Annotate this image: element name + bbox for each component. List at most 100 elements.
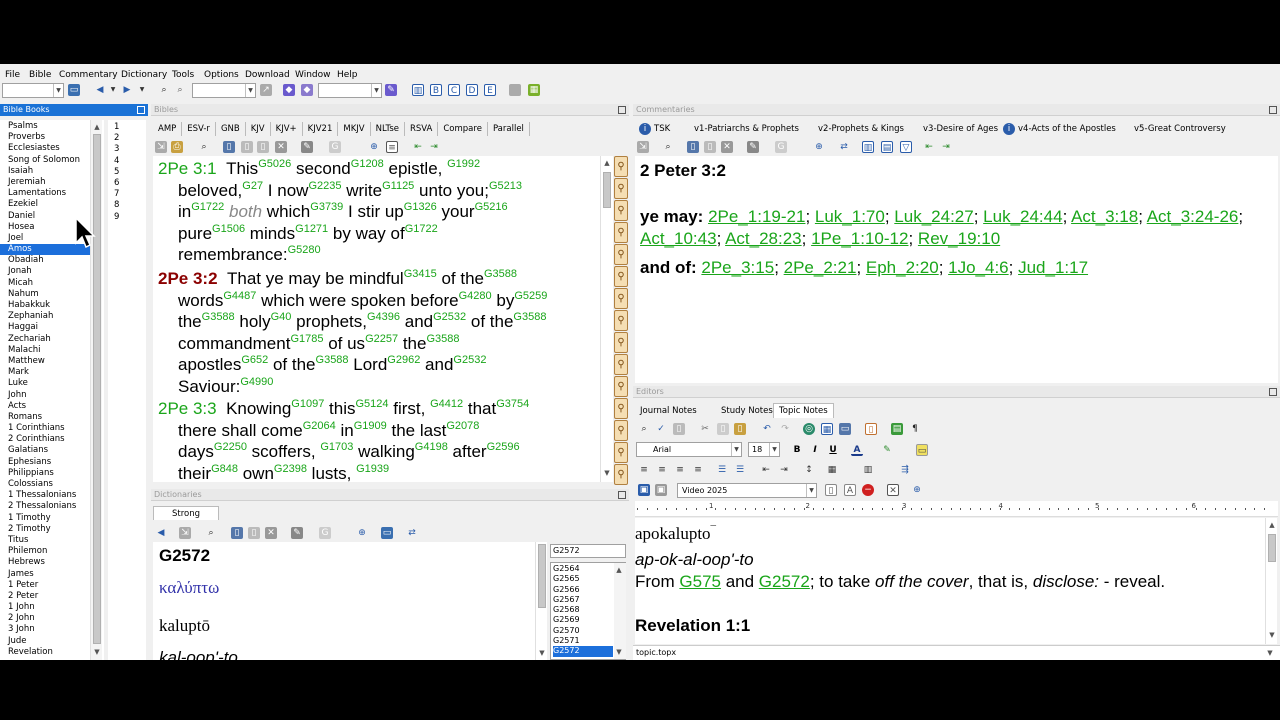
copy2-icon[interactable]: ▯: [704, 141, 716, 153]
prev-icon[interactable]: ⇤: [923, 141, 935, 153]
bookmark-icon[interactable]: ⚲: [614, 156, 628, 177]
book-item[interactable]: Zechariah: [0, 334, 92, 345]
book-item[interactable]: Hebrews: [0, 557, 92, 568]
cross-reference-link[interactable]: Luk_24:27: [894, 207, 973, 226]
book-item[interactable]: Romans: [0, 412, 92, 423]
bible-tab[interactable]: Parallel: [488, 122, 530, 136]
highlighter-icon[interactable]: ✎: [291, 527, 303, 539]
strong-number[interactable]: G1326: [404, 201, 437, 213]
pin-icon[interactable]: [618, 491, 626, 499]
align-left-icon[interactable]: ≡: [638, 464, 650, 476]
book-item[interactable]: Ephesians: [0, 457, 92, 468]
scroll-thumb[interactable]: [538, 544, 546, 608]
paste-icon[interactable]: ▯: [257, 141, 269, 153]
strong-number[interactable]: G5216: [475, 201, 508, 213]
chapter-item[interactable]: 8: [114, 200, 119, 211]
strong-number[interactable]: G2078: [446, 420, 479, 432]
strong-number[interactable]: G3754: [496, 398, 529, 410]
bookmark-icon[interactable]: ⚲: [614, 310, 628, 331]
strong-number[interactable]: G27: [242, 180, 263, 192]
strong-link-g2572[interactable]: G2572: [759, 572, 810, 591]
scroll-down-arrow[interactable]: ▼: [1265, 648, 1275, 658]
highlight-icon[interactable]: ✎: [385, 84, 397, 96]
strong-number[interactable]: G3588: [513, 311, 546, 323]
strong-number[interactable]: G2398: [274, 463, 307, 475]
print-icon[interactable]: ⎙: [171, 141, 183, 153]
grid-icon[interactable]: ▦: [528, 84, 540, 96]
cross-reference-link[interactable]: Act_10:43: [640, 229, 717, 248]
scroll-up-arrow[interactable]: ▲: [1267, 520, 1277, 530]
strong-number[interactable]: G2596: [487, 441, 520, 453]
cross-reference-link[interactable]: Act_3:24-26: [1147, 207, 1239, 226]
link-icon[interactable]: ⇄: [406, 527, 418, 539]
table-icon[interactable]: ▦: [821, 423, 833, 435]
cross-reference-link[interactable]: 2Pe_3:15: [701, 258, 774, 277]
book-item[interactable]: Revelation: [0, 647, 92, 658]
chapter-item[interactable]: 2: [114, 133, 119, 144]
strong-number[interactable]: G1992: [447, 158, 480, 170]
align-right-icon[interactable]: ≡: [674, 464, 686, 476]
replace-icon[interactable]: ▯: [673, 423, 685, 435]
strong-number[interactable]: G2532: [433, 311, 466, 323]
book-item[interactable]: 1 Peter: [0, 580, 92, 591]
book-item[interactable]: Micah: [0, 278, 92, 289]
delete-icon[interactable]: ✕: [265, 527, 277, 539]
bookmark-icon[interactable]: ⚲: [614, 200, 628, 221]
eraser2-icon[interactable]: ◆: [301, 84, 313, 96]
save-icon[interactable]: ▣: [638, 484, 650, 496]
dictionary-key-item[interactable]: G2572: [553, 646, 613, 657]
dictionary-key-item[interactable]: G2571: [553, 636, 613, 646]
tab-v4[interactable]: v4-Acts of the Apostles: [1018, 124, 1116, 134]
paste-icon[interactable]: ▯: [734, 423, 746, 435]
cross-reference-link[interactable]: 1Jo_4:6: [948, 258, 1009, 277]
strong-number[interactable]: G1722: [191, 201, 224, 213]
numbered-list-icon[interactable]: ☰: [716, 464, 728, 476]
book-combo[interactable]: ▼: [2, 83, 64, 98]
strong-number[interactable]: G848: [211, 463, 238, 475]
book-item[interactable]: Luke: [0, 378, 92, 389]
bible-tab[interactable]: KJV+: [271, 122, 303, 136]
scroll-up-arrow[interactable]: ▲: [614, 565, 624, 575]
export-icon[interactable]: ⇲: [179, 527, 191, 539]
menu-bible[interactable]: Bible: [29, 70, 51, 80]
strong-number[interactable]: G5124: [356, 398, 389, 410]
close-doc-icon[interactable]: ✕: [887, 484, 899, 496]
bible-scrollbar[interactable]: ▲ ▼: [600, 156, 612, 482]
bookmark-icon[interactable]: ⚲: [614, 420, 628, 441]
zoom-icon[interactable]: ⊕: [813, 141, 825, 153]
book-item[interactable]: Jeremiah: [0, 177, 92, 188]
book-item[interactable]: Colossians: [0, 479, 92, 490]
book-item[interactable]: Jude: [0, 636, 92, 647]
align-center-icon[interactable]: ≡: [656, 464, 668, 476]
link-icon[interactable]: ⇄: [838, 141, 850, 153]
italic-icon[interactable]: I: [809, 444, 821, 456]
tab-v1[interactable]: v1-Patriarchs & Prophets: [694, 124, 799, 134]
book-item[interactable]: Philippians: [0, 468, 92, 479]
book-item[interactable]: 2 Timothy: [0, 524, 92, 535]
spellcheck-icon[interactable]: ✓: [655, 423, 667, 435]
book-item[interactable]: Song of Solomon: [0, 155, 92, 166]
bible-tab[interactable]: Compare: [438, 122, 488, 136]
bookmark-icon[interactable]: ⚲: [614, 222, 628, 243]
menu-file[interactable]: File: [5, 70, 20, 80]
comment-icon[interactable]: ▭: [916, 444, 928, 456]
strong-number[interactable]: G1506: [212, 223, 245, 235]
book-item[interactable]: John: [0, 390, 92, 401]
strong-number[interactable]: G4396: [367, 311, 400, 323]
binoculars-icon[interactable]: ⌕: [158, 84, 170, 96]
back-arrow-icon[interactable]: ◀: [94, 84, 106, 96]
stop-icon[interactable]: −: [862, 484, 874, 496]
bible-tab[interactable]: KJV: [246, 122, 271, 136]
book-item[interactable]: 2 Peter: [0, 591, 92, 602]
highlight-color-icon[interactable]: ✎: [881, 444, 893, 456]
book-item[interactable]: 1 Corinthians: [0, 423, 92, 434]
book-item[interactable]: Mark: [0, 367, 92, 378]
book-item[interactable]: Philemon: [0, 546, 92, 557]
tab-v2[interactable]: v2-Prophets & Kings: [818, 124, 904, 134]
strong-number[interactable]: G5280: [288, 244, 321, 256]
line-spacing-icon[interactable]: ↕: [803, 464, 815, 476]
strong-number[interactable]: G1785: [290, 333, 323, 345]
highlighter-icon[interactable]: ✎: [301, 141, 313, 153]
binoculars-next-icon[interactable]: ⌕: [174, 84, 186, 96]
layout2-icon[interactable]: ▤: [881, 141, 893, 153]
